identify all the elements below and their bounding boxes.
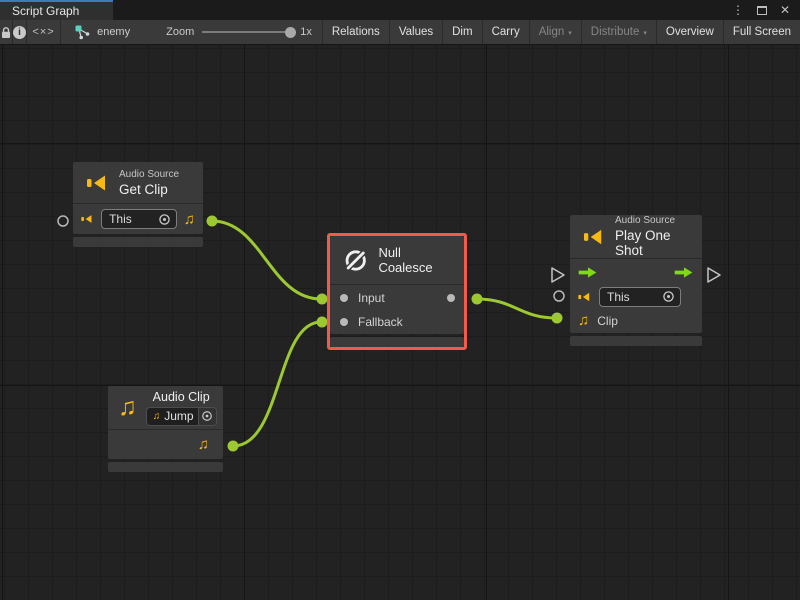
port-audioclip-output[interactable]: [228, 441, 239, 452]
output-port-dot[interactable]: [447, 294, 455, 302]
audio-clip-icon: ♫: [118, 395, 137, 420]
target-picker-icon[interactable]: [662, 290, 675, 303]
lock-button[interactable]: [0, 20, 13, 44]
node-title: Play One Shot: [615, 228, 692, 258]
port-getclip-target-input[interactable]: [58, 216, 68, 226]
wire-getclip-to-input[interactable]: [212, 221, 321, 299]
lock-icon: [0, 26, 12, 39]
node-title: Audio Clip: [146, 390, 217, 404]
dropdown-arrow-icon: ▾: [643, 29, 647, 37]
port-null-output-connected[interactable]: [472, 294, 483, 305]
fallback-port-label: Fallback: [358, 315, 403, 329]
tab-script-graph[interactable]: Script Graph: [0, 0, 113, 20]
graph-name: enemy: [97, 26, 130, 38]
relations-button[interactable]: Relations: [323, 20, 390, 44]
maximize-icon[interactable]: [757, 6, 767, 15]
node-title: Null Coalesce: [378, 245, 454, 275]
graph-toolbar: i <×> enemy Zoom 1x Relations Values: [0, 20, 800, 45]
zoom-control: Zoom 1x: [140, 20, 323, 44]
graph-canvas[interactable]: Audio Source Get Clip This: [0, 45, 800, 600]
code-view-button[interactable]: <×>: [27, 20, 61, 44]
node-footer: [73, 237, 203, 247]
port-playoneshot-target-input[interactable]: [554, 291, 564, 301]
fallback-port-dot[interactable]: [340, 318, 348, 326]
wire-output-to-clip[interactable]: [477, 299, 556, 318]
node-footer: [108, 462, 223, 472]
port-playoneshot-flow-out[interactable]: [708, 268, 720, 282]
node-title: Get Clip: [119, 182, 179, 197]
flow-out-arrow-icon[interactable]: [674, 266, 694, 279]
align-dropdown-button[interactable]: Align▾: [530, 20, 582, 44]
code-icon: <×>: [32, 26, 54, 38]
audio-source-icon: [86, 173, 110, 193]
audio-clip-type-icon: ♫: [184, 211, 195, 228]
window-controls: ⋮ ✕: [732, 0, 800, 20]
node-null-coalesce[interactable]: Null Coalesce Input Fallback: [327, 233, 467, 350]
kebab-menu-icon[interactable]: ⋮: [732, 4, 744, 16]
flow-in-arrow-icon[interactable]: [578, 266, 598, 279]
audio-source-icon: [583, 226, 606, 248]
unity-script-graph-window: Script Graph ⋮ ✕ i <×>: [0, 0, 800, 600]
port-playoneshot-clip-connected[interactable]: [552, 313, 563, 324]
node-get-clip[interactable]: Audio Source Get Clip This: [73, 162, 203, 247]
wire-audioclip-to-fallback[interactable]: [233, 322, 321, 446]
graph-breadcrumb[interactable]: enemy: [61, 20, 140, 44]
audio-clip-object-field[interactable]: ♫ Jump: [146, 407, 217, 426]
node-footer: [330, 337, 464, 347]
overview-button[interactable]: Overview: [657, 20, 724, 44]
port-null-fallback-connected[interactable]: [317, 317, 328, 328]
object-picker-button[interactable]: [198, 408, 216, 425]
zoom-slider[interactable]: [202, 31, 292, 33]
input-port-dot[interactable]: [340, 294, 348, 302]
audio-clip-type-icon: ♫: [153, 411, 161, 422]
node-play-one-shot[interactable]: Audio Source Play One Shot: [570, 215, 702, 346]
clip-port-label: Clip: [597, 314, 618, 328]
tab-bar: Script Graph ⋮ ✕: [0, 0, 800, 20]
carry-button[interactable]: Carry: [483, 20, 530, 44]
tab-title: Script Graph: [12, 4, 79, 18]
fullscreen-button[interactable]: Full Screen: [724, 20, 800, 44]
input-port-label: Input: [358, 291, 385, 305]
info-button[interactable]: i: [13, 20, 27, 44]
audio-source-icon: [578, 291, 592, 303]
close-icon[interactable]: ✕: [780, 4, 790, 16]
distribute-dropdown-button[interactable]: Distribute▾: [582, 20, 657, 44]
info-icon: i: [13, 26, 26, 39]
port-null-input-connected[interactable]: [317, 294, 328, 305]
target-field[interactable]: This: [101, 209, 177, 229]
node-footer: [570, 336, 702, 346]
node-category: Audio Source: [615, 215, 692, 226]
port-getclip-output[interactable]: [207, 216, 218, 227]
toolbar-buttons: Relations Values Dim Carry Align▾ Distri…: [323, 20, 800, 44]
zoom-slider-handle[interactable]: [285, 27, 296, 38]
zoom-label: Zoom: [166, 26, 194, 38]
audio-clip-type-icon: ♫: [578, 312, 589, 329]
dim-button[interactable]: Dim: [443, 20, 482, 44]
target-picker-icon[interactable]: [158, 213, 171, 226]
dropdown-arrow-icon: ▾: [568, 29, 572, 37]
audio-clip-output-icon: ♫: [198, 436, 209, 453]
zoom-value: 1x: [300, 26, 312, 38]
audio-clip-value: Jump: [164, 409, 193, 423]
script-graph-icon: [75, 25, 91, 40]
node-audio-clip[interactable]: ♫ Audio Clip ♫ Jump: [108, 386, 223, 472]
node-category: Audio Source: [119, 169, 179, 180]
values-button[interactable]: Values: [390, 20, 443, 44]
target-field[interactable]: This: [599, 287, 681, 307]
null-coalesce-icon: [343, 247, 368, 274]
target-picker-icon: [201, 410, 213, 422]
port-playoneshot-flow-in[interactable]: [552, 268, 564, 282]
audio-source-icon: [81, 213, 94, 225]
